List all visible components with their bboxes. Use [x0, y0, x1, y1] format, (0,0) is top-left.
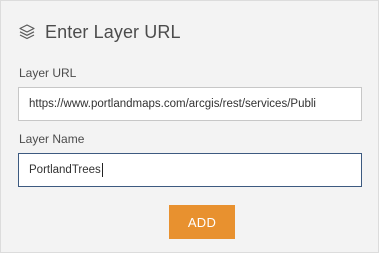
- layer-name-label: Layer Name: [19, 132, 85, 146]
- layer-name-value: PortlandTrees: [29, 164, 101, 176]
- layer-url-label: Layer URL: [19, 66, 77, 80]
- panel-title: Enter Layer URL: [45, 21, 181, 42]
- layer-name-input[interactable]: PortlandTrees: [18, 153, 362, 187]
- panel-header: Enter Layer URL: [18, 19, 181, 45]
- text-caret: [101, 163, 103, 177]
- layers-icon: [18, 23, 36, 41]
- layer-url-input[interactable]: https://www.portlandmaps.com/arcgis/rest…: [18, 87, 362, 121]
- add-layer-panel: Enter Layer URL Layer URL https://www.po…: [0, 0, 379, 253]
- add-button[interactable]: ADD: [169, 205, 235, 239]
- layer-url-value: https://www.portlandmaps.com/arcgis/rest…: [29, 98, 316, 110]
